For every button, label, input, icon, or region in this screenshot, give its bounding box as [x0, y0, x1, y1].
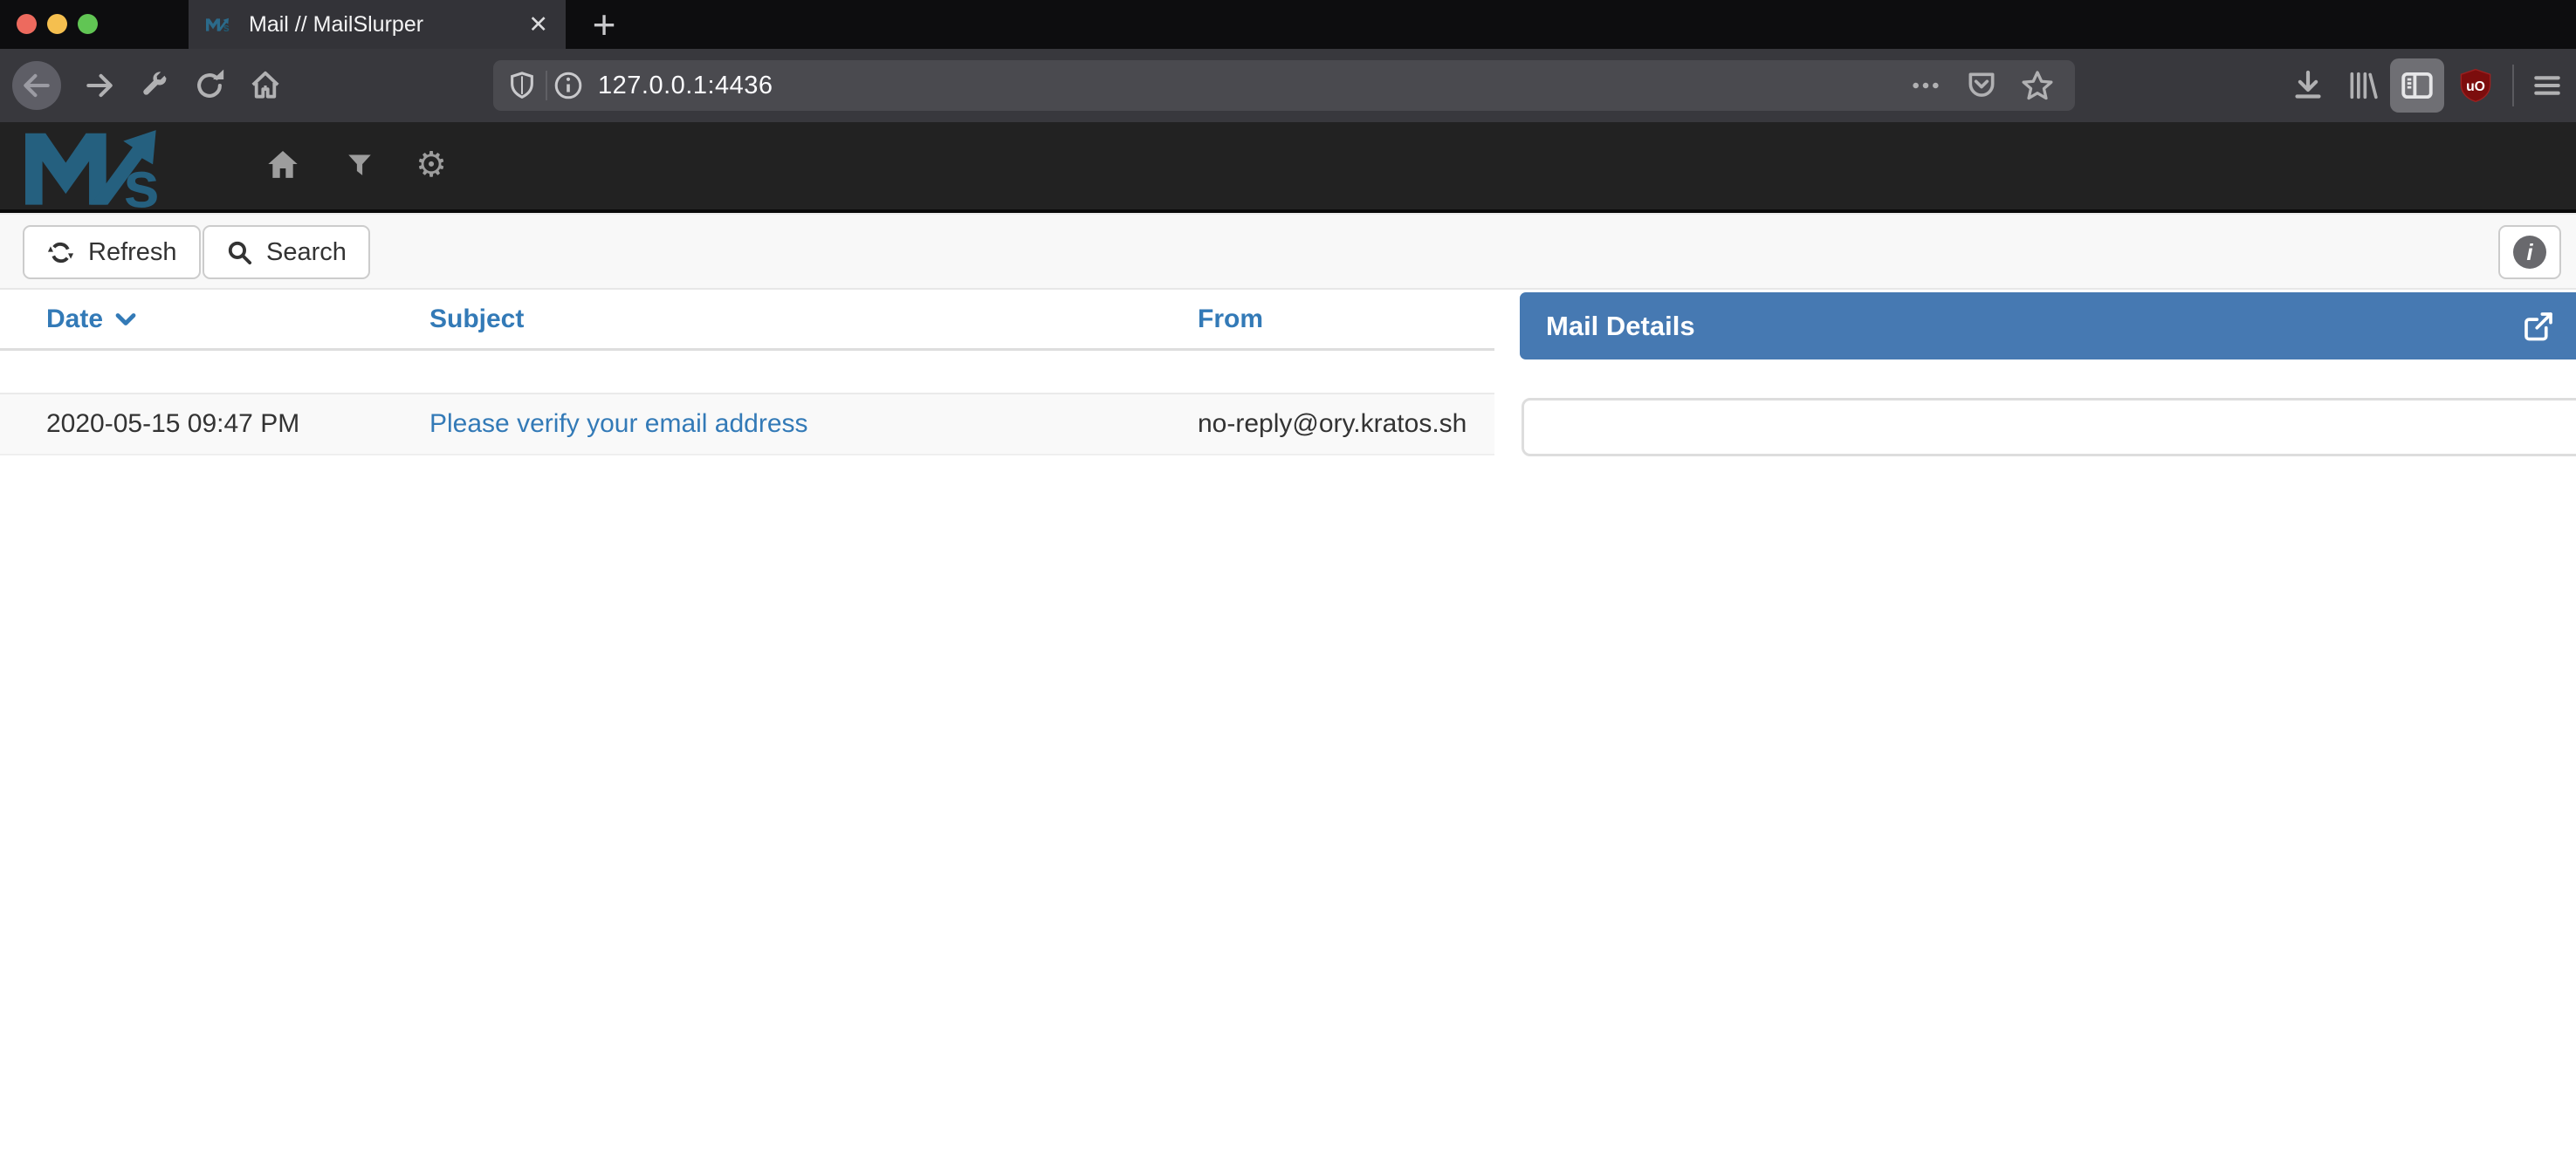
- svg-text:s: s: [223, 22, 230, 33]
- back-arrow-icon: [20, 69, 53, 102]
- column-header-date[interactable]: Date: [0, 305, 429, 334]
- site-info-icon[interactable]: [553, 70, 584, 101]
- developer-tools-button[interactable]: [129, 70, 178, 101]
- chevron-down-icon: [115, 312, 136, 326]
- tracking-protection-shield-icon[interactable]: [507, 69, 537, 102]
- mail-details-header: Mail Details: [1520, 292, 2576, 359]
- window-minimize-button[interactable]: [47, 14, 67, 34]
- library-icon: [2345, 68, 2380, 103]
- bookmark-star-icon[interactable]: [2021, 69, 2054, 102]
- svg-text:s: s: [123, 147, 160, 209]
- mail-details-title: Mail Details: [1546, 311, 1695, 342]
- wrench-icon: [138, 70, 169, 101]
- forward-button[interactable]: [75, 69, 124, 102]
- hamburger-icon: [2531, 69, 2564, 102]
- refresh-label: Refresh: [88, 238, 177, 267]
- mail-list-header: Date Subject From: [0, 290, 1494, 351]
- mailslurper-logo[interactable]: s: [19, 124, 203, 209]
- column-header-subject[interactable]: Subject: [429, 305, 1198, 334]
- mail-row[interactable]: 2020-05-15 09:47 PM Please verify your e…: [0, 394, 1494, 455]
- window-zoom-button[interactable]: [78, 14, 98, 34]
- new-tab-button[interactable]: +: [580, 0, 629, 49]
- filter-icon: [345, 150, 374, 180]
- search-label: Search: [266, 238, 347, 267]
- action-bar: Refresh Search i: [0, 213, 2576, 290]
- refresh-icon: [46, 238, 75, 267]
- ublock-origin-button[interactable]: uO: [2451, 66, 2500, 105]
- sidebar-icon: [2399, 67, 2435, 104]
- nav-settings-button[interactable]: ⚙: [407, 140, 456, 189]
- info-icon: i: [2513, 236, 2546, 269]
- sidebar-toggle-button[interactable]: [2390, 58, 2444, 113]
- urlbar-divider: [546, 71, 547, 100]
- ublock-shield-icon: uO: [2457, 66, 2494, 105]
- refresh-button[interactable]: Refresh: [23, 225, 201, 279]
- library-button[interactable]: [2338, 68, 2387, 103]
- menu-button[interactable]: [2524, 69, 2570, 102]
- mailslurper-navbar: s ⚙: [0, 122, 2576, 213]
- home-icon: [249, 69, 282, 102]
- toolbar-divider: [2512, 65, 2514, 106]
- mail-subject-link[interactable]: Please verify your email address: [429, 409, 808, 438]
- nav-home-button[interactable]: [258, 140, 307, 189]
- page-actions-icon[interactable]: [1911, 71, 1941, 100]
- url-bar[interactable]: 127.0.0.1:4436: [493, 60, 2075, 111]
- reload-icon: [193, 69, 226, 102]
- nav-filter-button[interactable]: [335, 140, 384, 189]
- pocket-icon[interactable]: [1965, 69, 1998, 102]
- browser-tab-bar: s Mail // MailSlurper ✕ +: [0, 0, 2576, 49]
- cell-from: no-reply@ory.kratos.sh: [1198, 409, 1494, 439]
- download-icon: [2291, 68, 2325, 103]
- browser-tab[interactable]: s Mail // MailSlurper ✕: [189, 0, 566, 49]
- mail-row-empty: [0, 351, 1494, 394]
- column-header-from[interactable]: From: [1198, 305, 1494, 334]
- date-header-label: Date: [46, 305, 103, 334]
- downloads-button[interactable]: [2284, 68, 2332, 103]
- reload-button[interactable]: [185, 69, 234, 102]
- forward-arrow-icon: [83, 69, 116, 102]
- mailslurper-favicon: s: [206, 16, 236, 33]
- gear-icon: ⚙: [416, 145, 447, 185]
- info-button[interactable]: i: [2498, 225, 2561, 279]
- home-icon: [265, 147, 300, 182]
- url-text[interactable]: 127.0.0.1:4436: [598, 72, 1911, 100]
- window-controls: [17, 14, 98, 34]
- cell-subject: Please verify your email address: [429, 409, 1198, 439]
- mail-list: Date Subject From 2020-05-15 09:47 PM Pl…: [0, 290, 1494, 455]
- back-button[interactable]: [12, 61, 61, 110]
- tab-title: Mail // MailSlurper: [249, 12, 528, 38]
- ublock-badge-text: uO: [2466, 79, 2485, 94]
- mail-details-body: [1522, 398, 2576, 456]
- search-icon: [226, 239, 253, 266]
- home-button[interactable]: [241, 69, 290, 102]
- cell-date: 2020-05-15 09:47 PM: [0, 409, 429, 439]
- window-close-button[interactable]: [17, 14, 37, 34]
- search-button[interactable]: Search: [203, 225, 370, 279]
- browser-toolbar: 127.0.0.1:4436: [0, 49, 2576, 122]
- tab-close-icon[interactable]: ✕: [528, 13, 548, 37]
- open-in-new-window-button[interactable]: [2520, 308, 2557, 345]
